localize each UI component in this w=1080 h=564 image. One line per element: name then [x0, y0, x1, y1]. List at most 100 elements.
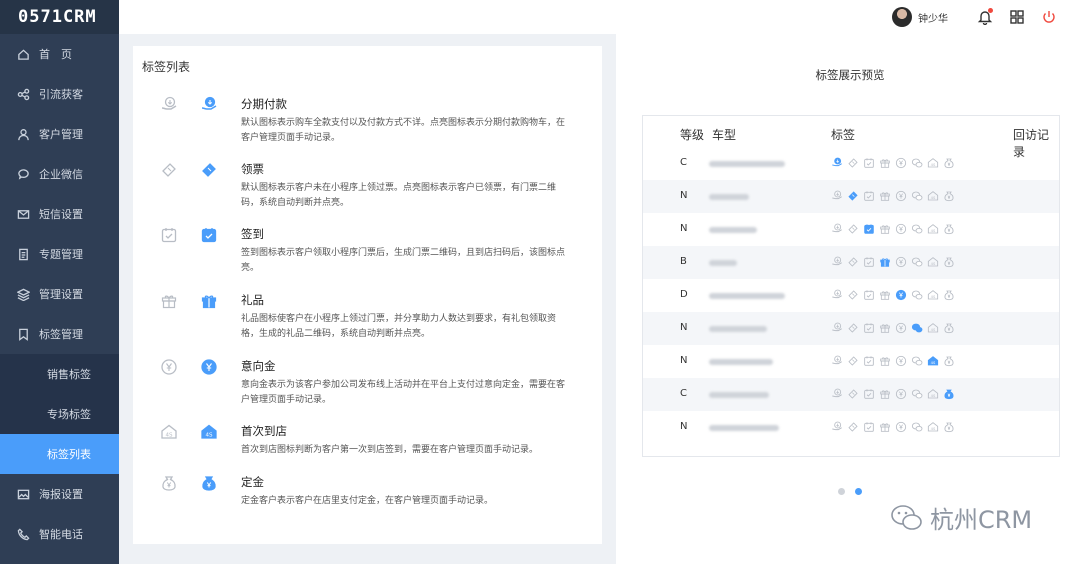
blurred-model [709, 194, 749, 200]
sidebar-item[interactable]: 智能电话 [0, 514, 119, 554]
yen-icon [893, 188, 909, 204]
row-level: C [680, 388, 687, 399]
blurred-model [709, 326, 767, 332]
row-tag-icons: 4S [829, 419, 957, 435]
checkin-icon [861, 287, 877, 303]
gift-icon [877, 386, 893, 402]
store-icon: 4S [925, 188, 941, 204]
store-icon: 4S [160, 423, 178, 441]
row-tag-icons: 4S [829, 221, 957, 237]
installment-icon [200, 96, 218, 114]
sidebar-item[interactable]: 标签管理 [0, 314, 119, 354]
ticket-icon [845, 254, 861, 270]
sidebar-item[interactable]: 短信设置 [0, 194, 119, 234]
row-tag-icons: 4S [829, 353, 957, 369]
svg-text:4S: 4S [931, 229, 936, 233]
table-row[interactable]: N 4S [643, 213, 1059, 246]
table-row[interactable]: B 4S [643, 246, 1059, 279]
gift-icon [877, 419, 893, 435]
sidebar-item-label: 首 页 [39, 48, 72, 61]
gift-icon [877, 155, 893, 171]
ticket-icon [200, 161, 218, 179]
table-row[interactable]: N 4S [643, 345, 1059, 378]
row-tag-icons: 4S [829, 287, 957, 303]
installment-icon [829, 386, 845, 402]
username[interactable]: 钟少华 [918, 10, 948, 25]
blurred-model [709, 293, 785, 299]
tag-list-card: 标签列表 分期付款 默认图标表示购车全款支付以及付款方式不详。点亮图标表示分期付… [133, 46, 602, 544]
wechat-small-icon [909, 221, 925, 237]
sidebar-item[interactable]: 引流获客 [0, 74, 119, 114]
tag-name: 定金 [241, 475, 264, 489]
tag-name: 首次到店 [241, 424, 287, 438]
bell-icon[interactable] [976, 8, 994, 26]
svg-text:4S: 4S [931, 262, 936, 266]
checkin-icon [200, 226, 218, 244]
carousel-dot[interactable] [838, 488, 845, 495]
ticket-icon [845, 287, 861, 303]
tag-list-title: 标签列表 [142, 60, 191, 74]
row-level: D [680, 289, 688, 300]
submenu-item[interactable]: 专场标签 [0, 394, 119, 434]
table-row[interactable]: N 4S [643, 180, 1059, 213]
blurred-model [709, 425, 779, 431]
power-icon[interactable] [1040, 8, 1058, 26]
column-header-model: 车型 [712, 128, 737, 142]
sidebar-item[interactable]: 企业微信 [0, 154, 119, 194]
installment-icon [829, 155, 845, 171]
sidebar-item[interactable]: 客户管理 [0, 114, 119, 154]
gift-icon [877, 287, 893, 303]
svg-text:4S: 4S [931, 427, 936, 431]
avatar[interactable] [892, 7, 912, 27]
wechat-small-icon [909, 287, 925, 303]
yen-icon [893, 353, 909, 369]
carousel-dot[interactable] [855, 488, 862, 495]
blurred-model [709, 161, 785, 167]
svg-text:4S: 4S [931, 295, 936, 299]
store-icon: 4S [200, 423, 218, 441]
sidebar-item[interactable]: 首 页 [0, 34, 119, 74]
moneybag-icon [941, 221, 957, 237]
sidebar-item-label: 客户管理 [39, 128, 83, 141]
checkin-icon [861, 353, 877, 369]
carousel-dots [838, 488, 872, 495]
store-icon: 4S [925, 221, 941, 237]
ticket-icon [845, 320, 861, 336]
tag-description: 签到图标表示客户领取小程序门票后，生成门票二维码，且到店扫码后，该图标点亮。 [241, 248, 566, 273]
table-row[interactable]: C 4S [643, 378, 1059, 411]
table-row[interactable]: N 4S [643, 411, 1059, 444]
sidebar-item[interactable]: 专题管理 [0, 234, 119, 274]
ticket-icon [845, 353, 861, 369]
sidebar-item-label: 引流获客 [39, 88, 83, 101]
sidebar-item-label: 智能电话 [39, 528, 83, 541]
table-row[interactable]: C 4S [643, 147, 1059, 180]
table-row[interactable]: D 4S [643, 279, 1059, 312]
submenu-item[interactable]: 标签列表 [0, 434, 119, 474]
sidebar: 0571CRM 首 页引流获客 客户管理 企业微信 短信设置 专题管理 管理设置 标签管理 … [0, 0, 119, 564]
svg-text:4S: 4S [931, 394, 936, 398]
sidebar-item[interactable]: 海报设置 [0, 474, 119, 514]
installment-icon [829, 419, 845, 435]
yen-icon [893, 287, 909, 303]
checkin-icon [861, 188, 877, 204]
tag-description: 意向金表示为该客户参加公司发布线上活动并在平台上支付过意向定金，需要在客户管理页… [241, 380, 566, 405]
share-icon [16, 87, 30, 101]
app-logo[interactable]: 0571CRM [0, 0, 119, 34]
moneybag-icon [941, 287, 957, 303]
tag-description: 礼品图标使客户在小程序上领过门票，并分享助力人数达到要求，有礼包领取资格，生成的… [241, 314, 557, 339]
blurred-model [709, 260, 737, 266]
submenu-item[interactable]: 销售标签 [0, 354, 119, 394]
svg-text:4S: 4S [931, 328, 936, 332]
chat-icon [16, 167, 30, 181]
moneybag-icon [941, 353, 957, 369]
gift-icon [877, 320, 893, 336]
sidebar-item[interactable]: 管理设置 [0, 274, 119, 314]
apps-grid-icon[interactable] [1008, 8, 1026, 26]
wechat-small-icon [909, 419, 925, 435]
bookmark-icon [16, 327, 30, 341]
table-row[interactable]: N 4S [643, 312, 1059, 345]
ticket-icon [845, 155, 861, 171]
store-icon: 4S [925, 386, 941, 402]
ticket-icon [845, 419, 861, 435]
wechat-small-icon [909, 320, 925, 336]
